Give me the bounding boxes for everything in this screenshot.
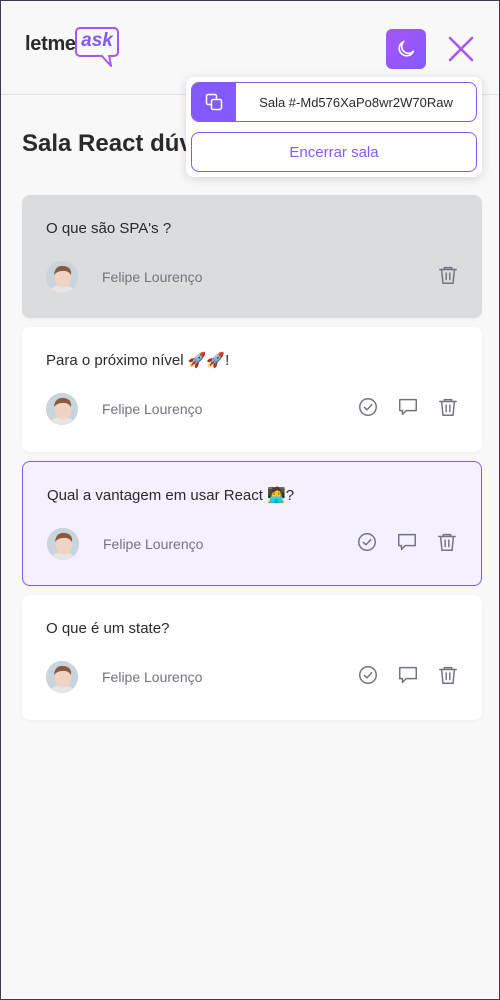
delete-question-button[interactable] [435, 532, 459, 556]
avatar [46, 661, 78, 693]
theme-toggle-button[interactable] [386, 29, 426, 69]
question-card: O que são SPA's ? Felipe Lourenço [22, 195, 482, 318]
question-list: O que são SPA's ? Felipe Lourenço Para o… [22, 195, 482, 729]
mark-answered-button[interactable] [355, 532, 379, 556]
question-footer: Felipe Lourenço [46, 261, 458, 293]
author-name: Felipe Lourenço [102, 669, 203, 685]
logo-text: letme [25, 33, 76, 55]
author-name: Felipe Lourenço [102, 401, 203, 417]
check-circle-icon [357, 664, 379, 691]
trash-icon [437, 664, 459, 691]
question-card: Para o próximo nível 🚀🚀! Felipe Lourenço [22, 327, 482, 452]
delete-question-button[interactable] [436, 397, 460, 421]
highlight-question-button[interactable] [395, 532, 419, 556]
logo-tail-icon [100, 55, 112, 67]
end-room-button[interactable]: Encerrar sala [191, 132, 477, 172]
avatar [46, 261, 78, 293]
highlight-question-button[interactable] [396, 397, 420, 421]
question-actions [355, 532, 459, 556]
question-actions [356, 397, 460, 421]
question-content: Qual a vantagem em usar React 🧑‍💻? [47, 487, 295, 504]
close-menu-button[interactable] [445, 33, 477, 65]
copy-icon [205, 93, 223, 111]
avatar [46, 393, 78, 425]
question-footer: Felipe Lourenço [46, 393, 458, 425]
close-icon [448, 36, 474, 62]
mark-answered-button[interactable] [356, 665, 380, 689]
avatar [47, 528, 79, 560]
chat-bubble-icon [397, 664, 419, 691]
check-circle-icon [357, 396, 379, 423]
copy-box [192, 83, 236, 121]
question-author: Felipe Lourenço [46, 261, 202, 293]
question-content: O que é um state? [46, 620, 170, 637]
moon-icon [398, 40, 415, 57]
check-circle-icon [356, 531, 378, 558]
question-card: O que é um state? Felipe Lourenço [22, 595, 482, 720]
question-actions [436, 265, 460, 289]
delete-question-button[interactable] [436, 665, 460, 689]
author-name: Felipe Lourenço [102, 269, 203, 285]
question-footer: Felipe Lourenço [46, 661, 458, 693]
header-menu-dropdown: Sala #-Md576XaPo8wr2W70Raw Encerrar sala [186, 77, 482, 177]
author-name: Felipe Lourenço [103, 536, 204, 552]
question-content: O que são SPA's ? [46, 220, 172, 237]
trash-icon [436, 531, 458, 558]
chat-bubble-icon [397, 396, 419, 423]
question-content: Para o próximo nível 🚀🚀! [46, 352, 230, 369]
highlight-question-button[interactable] [396, 665, 420, 689]
question-footer: Felipe Lourenço [47, 528, 457, 560]
mark-answered-button[interactable] [356, 397, 380, 421]
logo-accent: ask [75, 27, 119, 57]
question-author: Felipe Lourenço [47, 528, 203, 560]
trash-icon [437, 396, 459, 423]
question-card: Qual a vantagem em usar React 🧑‍💻? Felip… [22, 461, 482, 586]
question-actions [356, 665, 460, 689]
letmeask-logo: letme ask [23, 25, 123, 73]
delete-question-button[interactable] [436, 265, 460, 289]
question-author: Felipe Lourenço [46, 393, 202, 425]
chat-bubble-icon [396, 531, 418, 558]
trash-icon [437, 264, 459, 291]
room-code-button[interactable]: Sala #-Md576XaPo8wr2W70Raw [191, 82, 477, 122]
question-author: Felipe Lourenço [46, 661, 202, 693]
room-code-label: Sala #-Md576XaPo8wr2W70Raw [259, 94, 453, 110]
